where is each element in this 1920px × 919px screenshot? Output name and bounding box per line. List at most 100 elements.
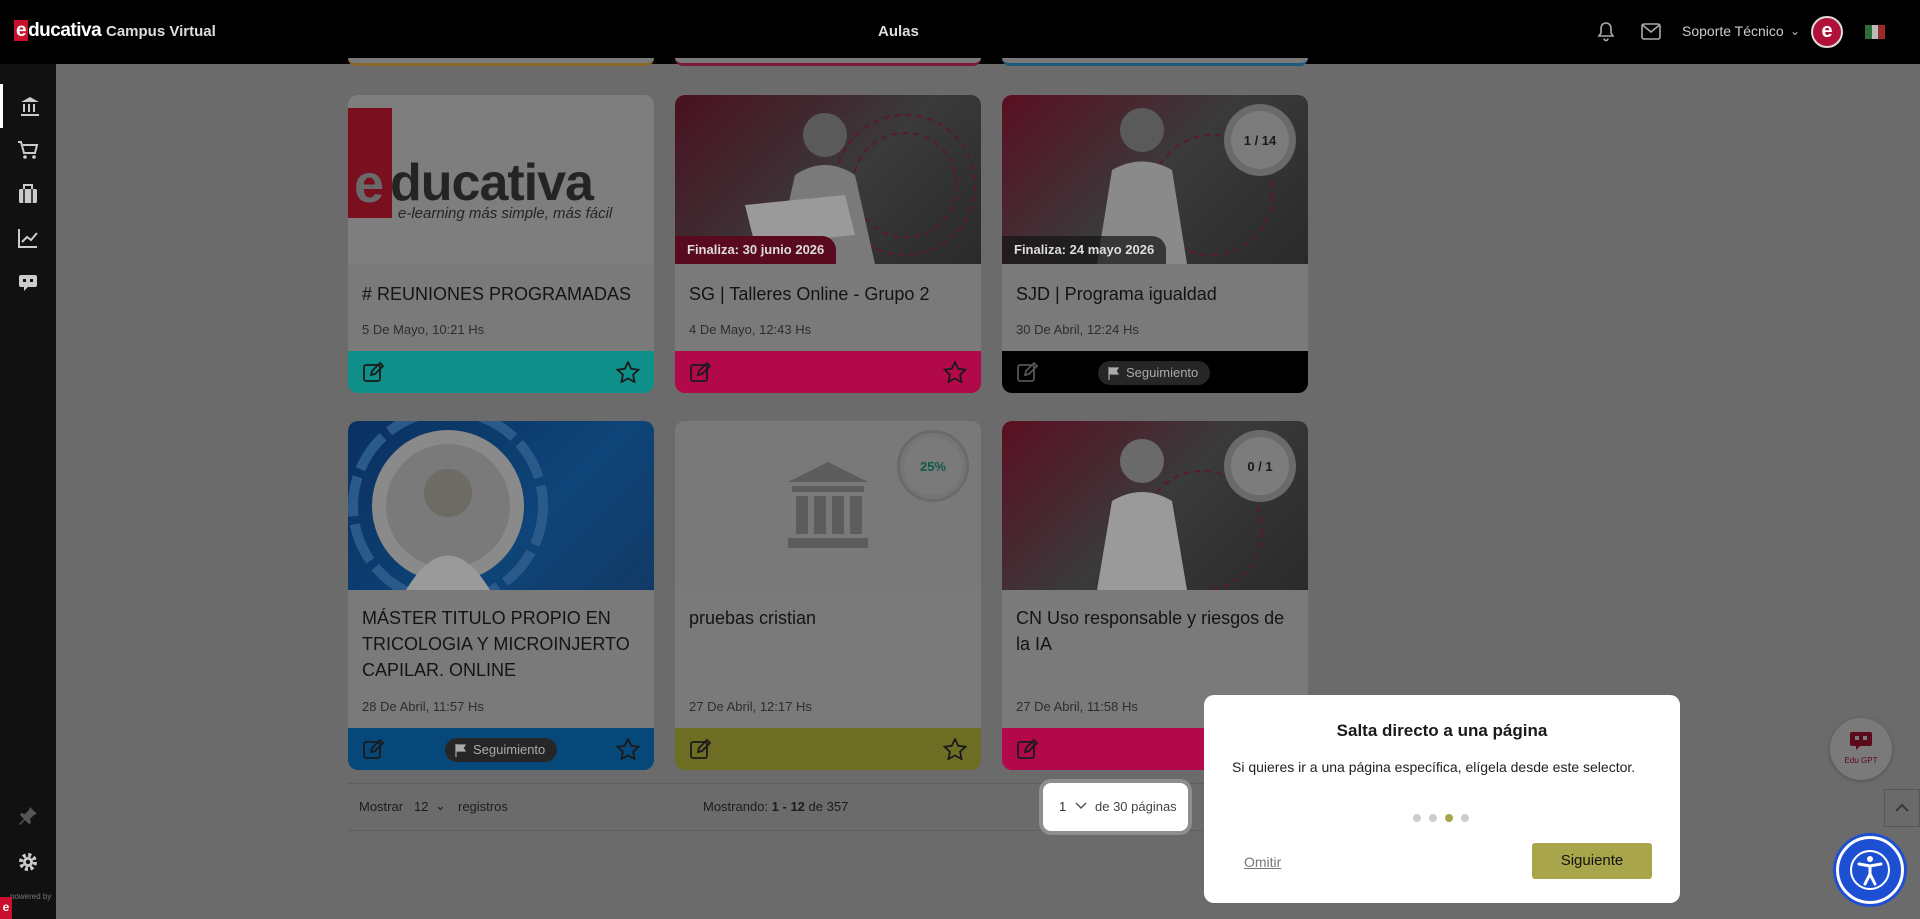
course-title[interactable]: # REUNIONES PROGRAMADAS [362,281,642,307]
progress-value: 1 / 14 [1231,111,1289,169]
bell-icon[interactable] [1597,22,1615,42]
sidebar: powered by e [0,64,56,919]
chevron-down-icon[interactable] [1075,799,1087,811]
seguimiento-button[interactable]: Seguimiento [1098,361,1211,385]
step-dot [1413,814,1421,822]
edu-gpt-button[interactable]: Edu GPT [1830,718,1892,780]
star-icon[interactable] [943,361,967,383]
flag-icon [455,743,467,757]
powered-by-logo: e [0,897,12,919]
pin-icon [19,807,37,825]
current-page[interactable]: 1 [1059,799,1066,814]
end-date-badge: Finaliza: 30 junio 2026 [675,236,837,264]
chevron-up-icon [1895,803,1909,812]
partial-card [675,58,981,66]
records-label: registros [458,799,508,814]
logo-tagline: e-learning más simple, más fácil [398,205,613,222]
course-image: 0 / 1 [1002,421,1308,590]
course-card[interactable]: Finaliza: 30 junio 2026 SG | Talleres On… [675,95,981,393]
progress-ring: 1 / 14 [1224,104,1296,176]
cart-icon [18,141,39,159]
seguimiento-label: Seguimiento [1126,365,1199,380]
user-menu[interactable]: Soporte Técnico [1682,23,1784,39]
edit-icon[interactable] [362,361,384,383]
tour-popover: Salta directo a una página Si quieres ir… [1204,695,1680,903]
star-icon[interactable] [616,738,640,760]
sidebar-item-settings[interactable] [0,840,56,884]
chevron-down-icon[interactable]: ⌄ [1790,24,1800,38]
edu-gpt-label: Edu GPT [1844,756,1878,765]
step-dot [1461,814,1469,822]
briefcase-icon [19,184,37,203]
per-page-select[interactable]: 12 [414,799,428,814]
course-card[interactable]: e ducativa e-learning más simple, más fá… [348,95,654,393]
sidebar-item-assistant[interactable] [0,260,56,304]
course-title[interactable]: SJD | Programa igualdad [1016,281,1296,307]
sidebar-item-portfolio[interactable] [0,172,56,216]
course-card[interactable]: 1 / 14 Finaliza: 24 mayo 2026 SJD | Prog… [1002,95,1308,393]
edit-icon[interactable] [689,361,711,383]
course-date: 27 De Abril, 11:58 Hs [1016,699,1138,714]
course-date: 28 De Abril, 11:57 Hs [362,699,484,714]
card-footer [675,351,981,393]
progress-value: 25% [904,437,962,495]
course-image: Finaliza: 30 junio 2026 [675,95,981,264]
show-label: Mostrar [359,799,404,814]
star-icon[interactable] [616,361,640,383]
partial-card [1002,58,1308,66]
tour-title: Salta directo a una página [1336,721,1548,740]
step-dot-active [1445,814,1453,822]
end-date-badge: Finaliza: 24 mayo 2026 [1002,236,1167,264]
page-selector[interactable]: 1 de 30 páginas [1043,783,1188,831]
accessibility-icon [1850,850,1890,890]
course-title[interactable]: SG | Talleres Online - Grupo 2 [689,281,969,307]
progress-value: 0 / 1 [1231,437,1289,495]
course-card[interactable]: 25% pruebas cristian 27 De Abril, 12:17 … [675,421,981,770]
logo-e: e [354,154,385,214]
section-title: Aulas [878,23,919,40]
course-title[interactable]: CN Uso responsable y riesgos de la IA [1016,605,1296,657]
course-image: 1 / 14 Finaliza: 24 mayo 2026 [1002,95,1308,264]
seguimiento-button[interactable]: Seguimiento [445,738,558,762]
course-image: e ducativa e-learning más simple, más fá… [348,95,654,264]
tour-body: Si quieres ir a una página específica, e… [1232,759,1636,775]
sidebar-item-reports[interactable] [0,216,56,260]
next-button[interactable]: Siguiente [1532,843,1652,879]
skip-link[interactable]: Omitir [1244,854,1281,870]
sidebar-item-shop[interactable] [0,128,56,172]
step-dot [1429,814,1437,822]
edu-gpt-icon [1850,732,1872,750]
edit-icon[interactable] [1016,361,1038,383]
campus-title: Campus Virtual [106,23,216,40]
course-card[interactable]: MÁSTER TITULO PROPIO EN TRICOLOGIA Y MIC… [348,421,654,770]
card-footer: Seguimiento [348,728,654,770]
educativa-logo[interactable]: e ducativa [14,20,102,42]
illustration [348,421,548,590]
course-image: 25% [675,421,981,590]
scroll-top-button[interactable] [1884,789,1920,827]
seguimiento-label: Seguimiento [473,742,546,757]
card-footer: Seguimiento [1002,351,1308,393]
card-footer [675,728,981,770]
sidebar-item-pin[interactable] [0,794,56,838]
course-date: 30 De Abril, 12:24 Hs [1016,322,1139,337]
accessibility-button[interactable] [1836,836,1904,904]
course-title[interactable]: MÁSTER TITULO PROPIO EN TRICOLOGIA Y MIC… [362,605,642,683]
mail-icon[interactable] [1641,23,1661,40]
sidebar-item-aulas[interactable] [0,84,56,128]
edit-icon[interactable] [1016,738,1038,760]
course-date: 4 De Mayo, 12:43 Hs [689,322,812,337]
mexico-flag-icon[interactable] [1865,25,1886,39]
star-icon[interactable] [943,738,967,760]
avatar[interactable]: e [1811,16,1843,48]
pages-label: de 30 páginas [1095,799,1177,814]
partial-card [348,58,654,66]
edit-icon[interactable] [362,738,384,760]
course-date: 27 De Abril, 12:17 Hs [689,699,812,714]
course-title[interactable]: pruebas cristian [689,605,969,631]
card-footer [348,351,654,393]
chevron-down-icon[interactable]: ⌄ [435,798,446,814]
progress-ring: 25% [897,430,969,502]
edit-icon[interactable] [689,738,711,760]
logo-text: ducativa [390,154,594,212]
